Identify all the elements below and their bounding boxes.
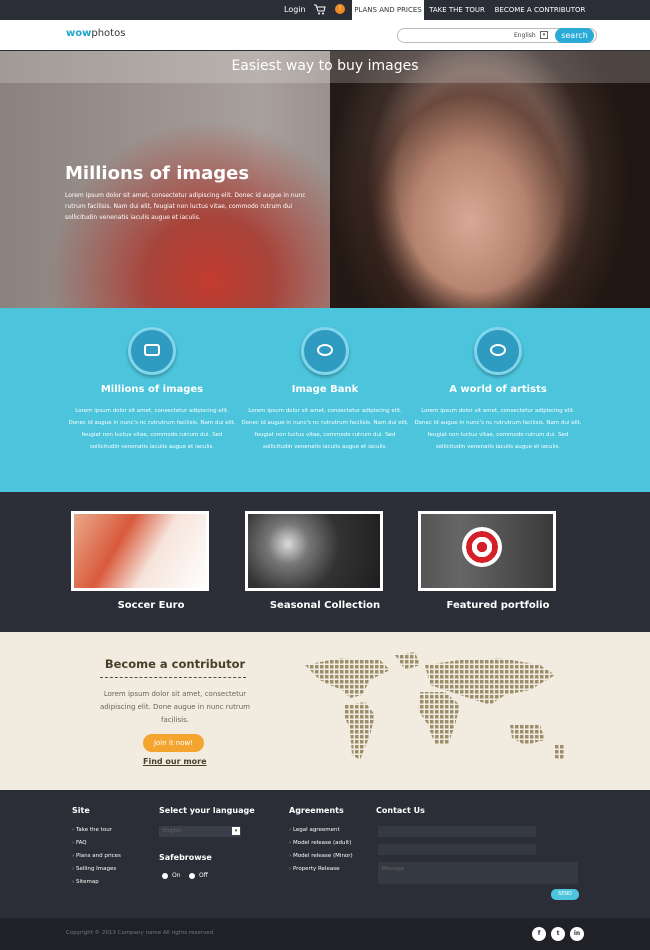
- footer-link-sitemap[interactable]: Sitemap: [72, 879, 99, 885]
- chevron-down-icon[interactable]: ▾: [232, 827, 240, 835]
- footer-link-faq[interactable]: FAQ: [72, 840, 87, 846]
- agreement-link-minor[interactable]: Model release (Minor): [289, 853, 353, 859]
- contact-name-field[interactable]: [378, 826, 536, 837]
- feature-title-image-bank: Image Bank: [291, 384, 359, 395]
- footer-contact-title: Contact Us: [376, 806, 425, 815]
- cart-count-badge: !: [335, 4, 345, 14]
- contact-email-field[interactable]: [378, 844, 536, 855]
- agreement-link-adult[interactable]: Model release (adult): [289, 840, 351, 846]
- hero-image-shading: [330, 51, 650, 308]
- hero-description: Lorem ipsum dolor sit amet, consectetur …: [65, 192, 306, 221]
- footer-site-title: Site: [72, 806, 90, 815]
- footer-link-plans[interactable]: Plans and prices: [72, 853, 121, 859]
- globe-icon: [474, 327, 522, 375]
- send-button[interactable]: SEND: [551, 889, 579, 900]
- footer-agreements-title: Agreements: [289, 806, 344, 815]
- find-more-link[interactable]: Find our more: [143, 757, 207, 766]
- safebrowse-off-radio[interactable]: [189, 873, 195, 879]
- thumbnail-soccer-euro[interactable]: [71, 511, 209, 591]
- thumbnail-seasonal-collection[interactable]: [245, 511, 383, 591]
- target-icon: [462, 527, 502, 567]
- safebrowse-off-label: Off: [199, 872, 208, 879]
- tab-take-the-tour[interactable]: TAKE THE TOUR: [426, 0, 488, 20]
- logo-rest: photos: [91, 28, 126, 39]
- login-link[interactable]: Login: [284, 5, 306, 14]
- copyright-text: Copyright © 2013 Company name All rights…: [66, 930, 215, 936]
- agreement-link-property[interactable]: Property Release: [289, 866, 340, 872]
- site-logo[interactable]: wowphotos: [66, 28, 125, 39]
- divider: [100, 677, 246, 678]
- facebook-icon[interactable]: f: [532, 927, 546, 941]
- tab-plans-and-prices[interactable]: PLANS AND PRICES: [352, 0, 424, 20]
- safebrowse-on-radio[interactable]: [162, 873, 168, 879]
- footer-link-tour[interactable]: Take the tour: [72, 827, 112, 833]
- camera-icon: [128, 327, 176, 375]
- contributor-title: Become a contributor: [104, 657, 246, 671]
- hero-tagline: Easiest way to buy images: [231, 58, 419, 74]
- feature-desc-image-bank: Lorem ipsum dolor sit amet, consectetur …: [241, 408, 409, 450]
- linkedin-icon[interactable]: in: [570, 927, 584, 941]
- thumb-title-seasonal[interactable]: Seasonal Collection: [245, 600, 405, 611]
- safebrowse-title: Safebrowse: [159, 853, 212, 862]
- cart-icon[interactable]: [314, 4, 326, 15]
- image-bank-icon: [301, 327, 349, 375]
- logo-bold: wow: [66, 28, 92, 39]
- feature-desc-millions: Lorem ipsum dolor sit amet, consectetur …: [68, 408, 236, 450]
- footer-link-selling[interactable]: Selling Images: [72, 866, 116, 872]
- world-map-icon: [305, 652, 565, 760]
- feature-desc-artists: Lorem ipsum dolor sit amet, consectetur …: [414, 408, 582, 450]
- feature-title-artists: A world of artists: [449, 384, 547, 395]
- footer-language-value: English: [163, 828, 182, 834]
- tab-become-contributor[interactable]: BECOME A CONTRIBUTOR: [492, 0, 588, 20]
- agreement-link-legal[interactable]: Legal agreement: [289, 827, 340, 833]
- chevron-down-icon[interactable]: ▾: [540, 31, 548, 39]
- hero-title: Millions of images: [65, 163, 250, 184]
- footer-lang-title: Select your language: [159, 806, 255, 815]
- contributor-description: Lorem ipsum dolor sit amet, consectetur …: [100, 690, 250, 724]
- thumb-title-soccer[interactable]: Soccer Euro: [71, 600, 231, 611]
- contact-message-field[interactable]: [378, 862, 578, 884]
- message-placeholder: Message: [382, 866, 404, 872]
- twitter-icon[interactable]: t: [551, 927, 565, 941]
- search-button[interactable]: search: [555, 28, 594, 43]
- feature-title-millions: Millions of images: [100, 384, 204, 395]
- thumb-title-featured[interactable]: Featured portfolio: [418, 600, 578, 611]
- safebrowse-on-label: On: [172, 872, 181, 879]
- join-button[interactable]: Join it now!: [143, 734, 204, 752]
